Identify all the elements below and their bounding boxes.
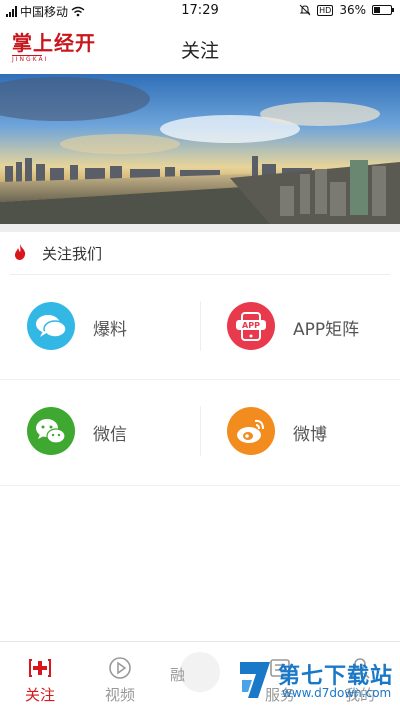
wechat-icon (27, 407, 75, 455)
city-skyline-illustration (0, 74, 400, 224)
hd-icon: HD (317, 4, 334, 16)
app-icon: APP (227, 302, 275, 350)
battery-icon (372, 5, 394, 15)
chat-bubble-icon (27, 302, 75, 350)
tab-label: 视频 (104, 686, 135, 704)
section-title: 关注我们 (42, 245, 103, 263)
grid-label: 微信 (93, 425, 127, 445)
watermark: 第七下载站 www.d7down.com (238, 656, 398, 708)
follow-icon (29, 659, 51, 677)
tab-video[interactable]: 视频 (80, 642, 160, 711)
grid-item-weibo[interactable]: 微博 (200, 380, 400, 484)
grid-label: APP矩阵 (293, 320, 360, 340)
flame-icon (15, 244, 26, 260)
mute-icon (299, 4, 311, 16)
section-header: 关注我们 (0, 232, 400, 274)
banner-image[interactable] (0, 74, 400, 224)
row-divider (0, 485, 400, 486)
tab-follow[interactable]: 关注 (0, 642, 80, 711)
status-right: HD 36% (299, 3, 394, 17)
status-bar: 中国移动 17:29 HD 36% (0, 0, 400, 22)
play-icon (109, 657, 131, 679)
svg-text:APP: APP (242, 321, 260, 330)
page-title: 关注 (180, 40, 219, 62)
grid-label: 微博 (293, 425, 327, 445)
grid-item-app-matrix[interactable]: APP APP矩阵 (200, 275, 400, 379)
grid-label: 爆料 (93, 320, 127, 340)
banner-divider (0, 224, 400, 232)
grid-item-wechat[interactable]: 微信 (0, 380, 200, 484)
battery-percent: 36% (339, 3, 366, 17)
battery-fill (374, 7, 380, 13)
tab-label: 融 (170, 666, 186, 684)
d7-logo-icon (240, 662, 270, 698)
watermark-url: www.d7down.com (282, 686, 392, 700)
header: 掌上经开 JINGKAI 关注 (0, 22, 400, 74)
tab-center[interactable]: 融 (160, 642, 240, 711)
grid-item-baoliao[interactable]: 爆料 (0, 275, 200, 379)
tab-label: 关注 (24, 686, 55, 704)
weibo-icon (227, 407, 275, 455)
